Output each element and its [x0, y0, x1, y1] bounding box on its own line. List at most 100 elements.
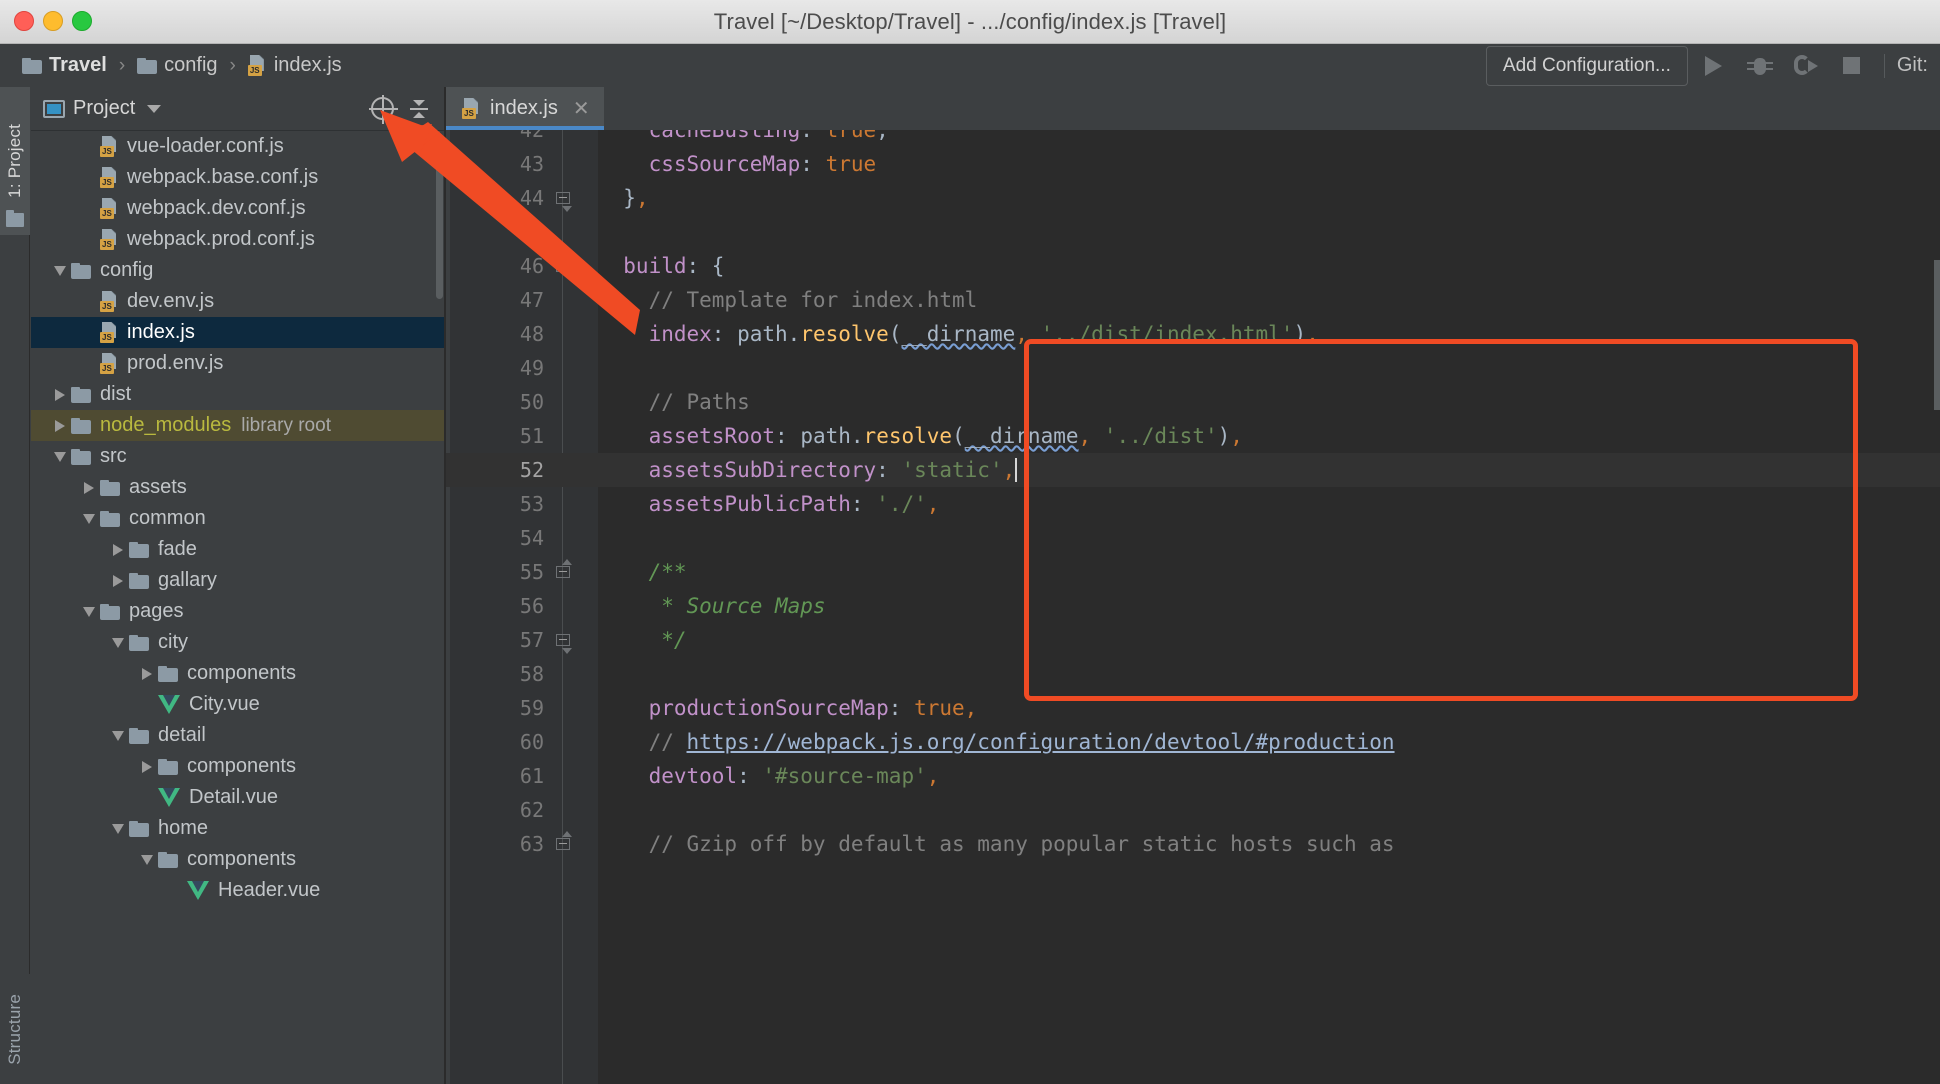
code-fold-icon[interactable] [556, 632, 572, 654]
breadcrumb-item-config[interactable]: config [133, 54, 221, 77]
git-label[interactable]: Git: [1897, 54, 1934, 77]
code-line-46[interactable]: 46 build: { [446, 249, 1940, 283]
chevron-down-icon[interactable] [107, 730, 129, 741]
code-line-59[interactable]: 59 productionSourceMap: true, [446, 691, 1940, 725]
minimize-window-button[interactable] [43, 11, 63, 31]
chevron-down-icon[interactable] [49, 451, 71, 462]
chevron-right-icon[interactable] [107, 543, 129, 556]
chevron-down-icon[interactable] [107, 823, 129, 834]
tree-item-src[interactable]: src [31, 441, 444, 472]
code-token: , [926, 492, 940, 516]
code-line-55[interactable]: 55 /** [446, 555, 1940, 589]
breadcrumb-item-indexjs[interactable]: JS index.js [244, 54, 346, 77]
code-line-53[interactable]: 53 assetsPublicPath: './', [446, 487, 1940, 521]
code-line-43[interactable]: 43 cssSourceMap: true [446, 147, 1940, 181]
code-line-57[interactable]: 57 */ [446, 623, 1940, 657]
code-fold-icon[interactable] [556, 190, 572, 212]
debug-icon[interactable] [1740, 49, 1780, 83]
code-fold-icon[interactable] [556, 253, 572, 274]
tree-item-components[interactable]: components [31, 751, 444, 782]
tree-item-header-vue[interactable]: Header.vue [31, 875, 444, 906]
tree-item-webpack-prod-conf-js[interactable]: JS webpack.prod.conf.js [31, 224, 444, 255]
chevron-right-icon[interactable] [136, 760, 158, 773]
chevron-right-icon[interactable] [49, 419, 71, 432]
chevron-down-icon[interactable] [107, 637, 129, 648]
code-fold-icon[interactable] [556, 831, 572, 852]
chevron-right-icon[interactable] [49, 388, 71, 401]
tree-item-index-js[interactable]: JS index.js [31, 317, 444, 348]
tree-item-assets[interactable]: assets [31, 472, 444, 503]
tree-item-pages[interactable]: pages [31, 596, 444, 627]
code-fold-icon[interactable] [556, 559, 572, 580]
code-line-52[interactable]: 52 assetsSubDirectory: 'static', [446, 453, 1940, 487]
tree-item-home[interactable]: home [31, 813, 444, 844]
tree-item-detail[interactable]: detail [31, 720, 444, 751]
code-line-42[interactable]: 42 cacheBusting: true, [446, 130, 1940, 147]
scroll-from-source-icon[interactable] [369, 95, 398, 124]
run-with-coverage-icon[interactable] [1786, 49, 1826, 83]
code-line-61[interactable]: 61 devtool: '#source-map', [446, 759, 1940, 793]
chevron-down-icon[interactable] [147, 104, 162, 113]
tree-item-dev-env-js[interactable]: JS dev.env.js [31, 286, 444, 317]
code-line-60[interactable]: 60 // https://webpack.js.org/configurati… [446, 725, 1940, 759]
code-line-47[interactable]: 47 // Template for index.html [446, 283, 1940, 317]
editor-scrollbar[interactable] [1934, 260, 1940, 410]
collapse-all-icon[interactable] [408, 99, 430, 119]
code-line-58[interactable]: 58 [446, 657, 1940, 691]
js-file-icon: JS [100, 229, 119, 250]
project-tree-scrollbar[interactable] [436, 159, 443, 299]
code-token: : { [686, 254, 725, 278]
code-line-45[interactable]: 45 [446, 215, 1940, 249]
code-line-49[interactable]: 49 [446, 351, 1940, 385]
code-text: index: path.resolve(__dirname, '../dist/… [598, 317, 1319, 351]
tree-item-dist[interactable]: dist [31, 379, 444, 410]
project-tree[interactable]: JS vue-loader.conf.js JS webpack.base.conf.… [31, 131, 444, 1084]
tree-item-node-modules[interactable]: node_modules library root [31, 410, 444, 441]
tree-item-webpack-dev-conf-js[interactable]: JS webpack.dev.conf.js [31, 193, 444, 224]
run-icon[interactable] [1694, 49, 1734, 83]
code-line-51[interactable]: 51 assetsRoot: path.resolve(__dirname, '… [446, 419, 1940, 453]
chevron-down-icon[interactable] [49, 265, 71, 276]
tree-item-vue-loader-conf-js[interactable]: JS vue-loader.conf.js [31, 131, 444, 162]
code-line-63[interactable]: 63 // Gzip off by default as many popula… [446, 827, 1940, 861]
chevron-right-icon[interactable] [107, 574, 129, 587]
tree-item-components[interactable]: components [31, 844, 444, 875]
tool-window-tab-project[interactable]: 1: Project [0, 87, 30, 235]
code-token: ) [1293, 322, 1307, 346]
folder-icon [129, 727, 149, 744]
code-line-44[interactable]: 44 }, [446, 181, 1940, 215]
code-line-62[interactable]: 62 [446, 793, 1940, 827]
stop-icon[interactable] [1832, 49, 1872, 83]
code-line-54[interactable]: 54 [446, 521, 1940, 555]
chevron-down-icon[interactable] [78, 513, 100, 524]
tree-item-city-vue[interactable]: City.vue [31, 689, 444, 720]
chevron-right-icon[interactable] [78, 481, 100, 494]
tree-item-prod-env-js[interactable]: JS prod.env.js [31, 348, 444, 379]
chevron-down-icon[interactable] [78, 606, 100, 617]
tree-item-detail-vue[interactable]: Detail.vue [31, 782, 444, 813]
code-line-50[interactable]: 50 // Paths [446, 385, 1940, 419]
chevron-right-icon[interactable] [136, 667, 158, 680]
tree-item-config[interactable]: config [31, 255, 444, 286]
code-line-48[interactable]: 48 index: path.resolve(__dirname, '../di… [446, 317, 1940, 351]
code-token: cacheBusting [598, 130, 801, 142]
tree-item-city[interactable]: city [31, 627, 444, 658]
tree-item-webpack-base-conf-js[interactable]: JS webpack.base.conf.js [31, 162, 444, 193]
chevron-down-icon[interactable] [136, 854, 158, 865]
code-token: : [737, 764, 763, 788]
tree-item-fade[interactable]: fade [31, 534, 444, 565]
window-titlebar: Travel [~/Desktop/Travel] - .../config/i… [0, 0, 1940, 44]
code-line-56[interactable]: 56 * Source Maps [446, 589, 1940, 623]
add-configuration-button[interactable]: Add Configuration... [1485, 45, 1688, 86]
breadcrumb-item-travel[interactable]: Travel [18, 54, 111, 77]
close-window-button[interactable] [14, 11, 34, 31]
editor-tab-indexjs[interactable]: JS index.js ✕ [446, 87, 604, 130]
tree-item-gallary[interactable]: gallary [31, 565, 444, 596]
code-lines[interactable]: 42 cacheBusting: true, 43 cssSourceMap: t… [446, 130, 1940, 1084]
close-icon[interactable]: ✕ [573, 96, 590, 121]
tree-item-components[interactable]: components [31, 658, 444, 689]
tree-item-common[interactable]: common [31, 503, 444, 534]
code-editor[interactable]: 42 cacheBusting: true, 43 cssSourceMap: t… [446, 130, 1940, 1084]
zoom-window-button[interactable] [72, 11, 92, 31]
tool-window-tab-structure[interactable]: Structure [0, 974, 30, 1084]
